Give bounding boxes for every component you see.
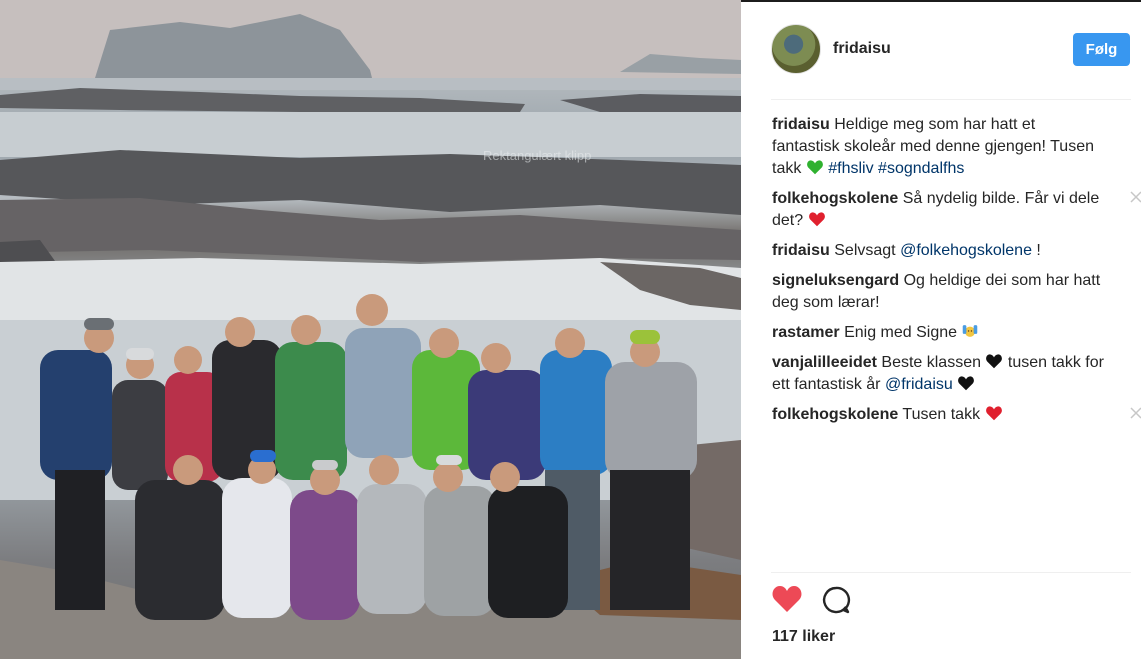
avatar[interactable]	[771, 24, 821, 74]
comment-text-suffix: !	[1031, 242, 1041, 259]
black-heart-icon	[958, 376, 975, 391]
comment-icon[interactable]	[821, 585, 851, 615]
actions-divider	[771, 572, 1131, 573]
comment-mention[interactable]: @fridaisu	[885, 376, 953, 393]
comment-mention[interactable]: @folkehogskolene	[900, 242, 1032, 259]
black-heart-icon	[986, 354, 1003, 369]
post-photo[interactable]: Rektangulært klipp	[0, 0, 741, 659]
comment-username[interactable]: fridaisu	[772, 116, 830, 133]
comment-username[interactable]: folkehogskolene	[772, 190, 898, 207]
crop-hint-label: Rektangulært klipp	[483, 148, 592, 163]
comment-item: signeluksengard Og heldige dei som har h…	[772, 270, 1117, 314]
header-divider	[771, 99, 1131, 100]
comment-username[interactable]: signeluksengard	[772, 272, 899, 289]
comment-username[interactable]: vanjalilleeidet	[772, 354, 877, 371]
comment-item: folkehogskolene Tusen takk	[772, 404, 1141, 426]
heart-icon[interactable]	[771, 584, 803, 614]
green-heart-icon	[806, 160, 823, 175]
post-actions	[771, 584, 971, 620]
close-icon[interactable]	[1129, 406, 1141, 420]
comment-hashtags[interactable]: #fhsliv #sogndalfhs	[828, 160, 964, 177]
caption: fridaisu Heldige meg som har hatt et fan…	[772, 114, 1117, 180]
instagram-post: Rektangulært klipp fridaisu Følg fridais…	[0, 0, 1141, 659]
comment-text: Beste klassen	[881, 354, 981, 371]
comment-list: fridaisu Heldige meg som har hatt et fan…	[772, 114, 1141, 434]
like-count[interactable]: 117 liker	[772, 628, 835, 646]
post-side-panel: fridaisu Følg fridaisu Heldige meg som h…	[741, 0, 1141, 659]
top-border	[741, 0, 1141, 2]
red-heart-icon	[985, 406, 1002, 421]
close-icon[interactable]	[1129, 190, 1141, 204]
comment-username[interactable]: rastamer	[772, 324, 840, 341]
red-heart-icon	[808, 212, 825, 227]
comment-text: Selvsagt	[834, 242, 896, 259]
comment-item: fridaisu Selvsagt @folkehogskolene !	[772, 240, 1117, 262]
comment-text: Enig med Signe	[844, 324, 958, 341]
comment-text: Tusen takk	[902, 406, 981, 423]
follow-button[interactable]: Følg	[1073, 33, 1130, 66]
comment-item: folkehogskolene Så nydelig bilde. Får vi…	[772, 188, 1141, 232]
post-header: fridaisu Følg	[771, 24, 1132, 76]
comment-username[interactable]: folkehogskolene	[772, 406, 898, 423]
header-username[interactable]: fridaisu	[833, 40, 891, 58]
comment-item: rastamer Enig med Signe	[772, 322, 1117, 344]
comment-item: vanjalilleeidet Beste klassen tusen takk…	[772, 352, 1117, 396]
comment-username[interactable]: fridaisu	[772, 242, 830, 259]
landscape-illustration	[0, 0, 741, 659]
raising-hands-icon	[963, 325, 978, 337]
